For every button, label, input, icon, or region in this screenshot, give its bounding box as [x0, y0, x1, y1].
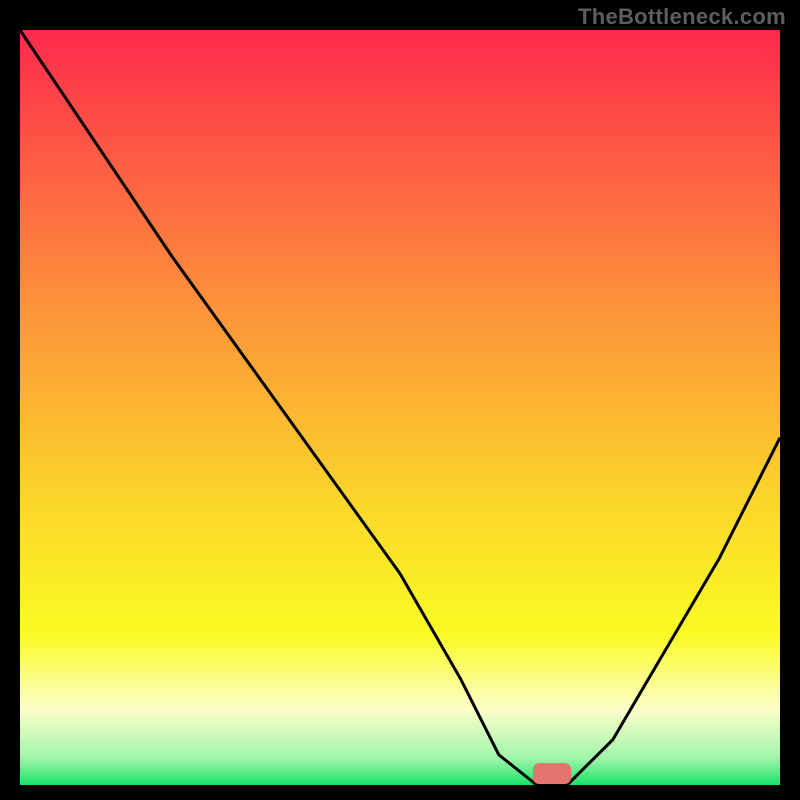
gradient-rect: [20, 30, 780, 785]
chart-frame: TheBottleneck.com: [0, 0, 800, 800]
plot-area: [20, 30, 780, 785]
watermark-text: TheBottleneck.com: [578, 4, 786, 30]
chart-svg: [20, 30, 780, 785]
optimal-marker: [533, 763, 571, 784]
